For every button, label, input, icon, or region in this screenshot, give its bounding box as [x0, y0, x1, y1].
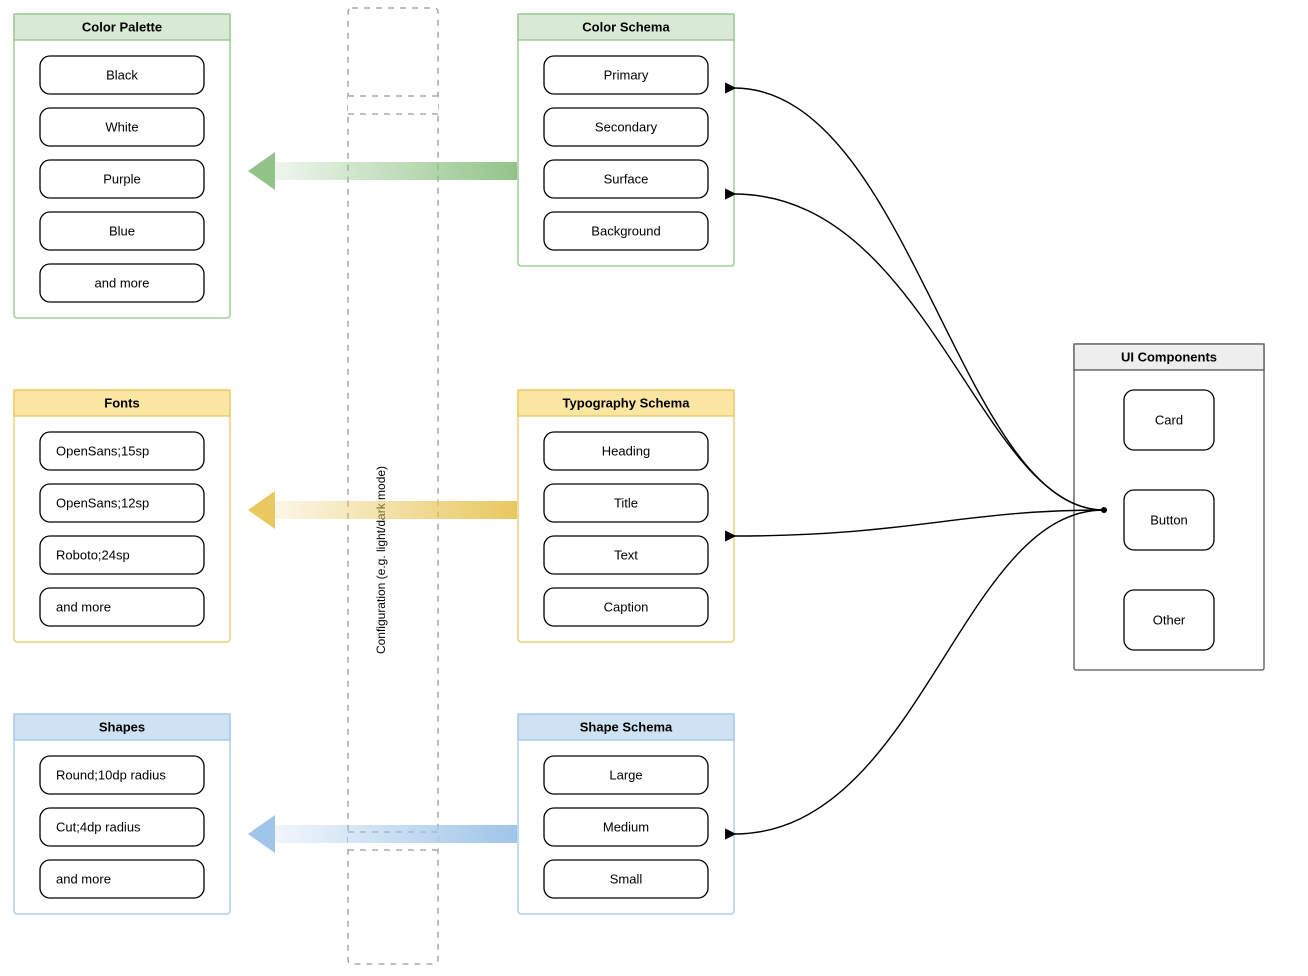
color-schema-panel-item-label: Background [591, 223, 660, 238]
ui-components-panel-title: UI Components [1121, 349, 1217, 364]
ui-components-panel-item-label: Button [1150, 512, 1188, 527]
typography-schema-panel-item: Caption [544, 588, 708, 626]
color-schema-panel-item: Primary [544, 56, 708, 94]
shapes-panel-title: Shapes [99, 719, 145, 734]
shape-schema-panel-item: Small [544, 860, 708, 898]
fonts-panel-title: Fonts [104, 395, 139, 410]
color-palette-panel-title: Color Palette [82, 19, 162, 34]
color-schema-panel-item: Surface [544, 160, 708, 198]
color-palette-panel-item-label: Purple [103, 171, 141, 186]
shape-schema-panel: Shape Schema Large Medium Small [518, 714, 734, 914]
color-schema-panel-item-label: Primary [604, 67, 649, 82]
typography-schema-panel-item-label: Text [614, 547, 638, 562]
typography-schema-panel-item: Text [544, 536, 708, 574]
typography-schema-panel-title: Typography Schema [563, 395, 691, 410]
shape-schema-panel-item-label: Medium [603, 819, 649, 834]
color-palette-panel-item: Purple [40, 160, 204, 198]
color-schema-panel-item: Secondary [544, 108, 708, 146]
conn-button-to-text [734, 510, 1104, 536]
typography-schema-panel: Typography Schema Heading Title Text Caption [518, 390, 734, 642]
color-palette-panel-item-label: Black [106, 67, 138, 82]
typography-schema-panel-item-label: Heading [602, 443, 650, 458]
color-schema-panel-title: Color Schema [582, 19, 670, 34]
shapes-panel-item: Cut;4dp radius [40, 808, 204, 846]
conn-button-to-surface [734, 194, 1104, 510]
shape-schema-panel-item: Large [544, 756, 708, 794]
fonts-panel-item-label: OpenSans;12sp [56, 495, 149, 510]
ui-components-panel-item-label: Card [1155, 412, 1183, 427]
configuration-box: Configuration (e.g. light/dark mode) [348, 8, 438, 964]
color-palette-panel-item-label: White [105, 119, 138, 134]
color-schema-panel-item: Background [544, 212, 708, 250]
typography-schema-panel-item-label: Caption [604, 599, 649, 614]
color-palette-panel-item: Black [40, 56, 204, 94]
color-palette-panel-item: and more [40, 264, 204, 302]
shape-schema-panel-title: Shape Schema [580, 719, 673, 734]
ui-components-panel-other: Other [1124, 590, 1214, 650]
shapes-panel-item-label: Cut;4dp radius [56, 819, 141, 834]
fonts-panel-item-label: OpenSans;15sp [56, 443, 149, 458]
fonts-panel-item: Roboto;24sp [40, 536, 204, 574]
shapes-panel-item: and more [40, 860, 204, 898]
ui-components-panel-button: Button [1124, 490, 1214, 550]
color-palette-panel-item-label: Blue [109, 223, 135, 238]
shape-schema-panel-item-label: Large [609, 767, 642, 782]
fonts-panel-item-label: Roboto;24sp [56, 547, 130, 562]
color-palette-panel-item-label: and more [95, 275, 150, 290]
shape-schema-panel-item-label: Small [610, 871, 643, 886]
shapes-panel-item-label: and more [56, 871, 111, 886]
typography-schema-panel-item: Heading [544, 432, 708, 470]
design-system-diagram: Configuration (e.g. light/dark mode) Col… [0, 0, 1308, 976]
conn-button-to-primary [734, 88, 1104, 510]
color-palette-panel-item: White [40, 108, 204, 146]
shapes-panel: Shapes Round;10dp radius Cut;4dp radius and… [14, 714, 230, 914]
color-schema-panel-item-label: Surface [604, 171, 649, 186]
typography-schema-panel-item: Title [544, 484, 708, 522]
ui-components-panel: UI Components Card Button Other [1074, 344, 1264, 670]
shape-schema-panel-item: Medium [544, 808, 708, 846]
fonts-panel-item: OpenSans;15sp [40, 432, 204, 470]
fonts-panel-item: OpenSans;12sp [40, 484, 204, 522]
fonts-panel-item-label: and more [56, 599, 111, 614]
arrow-colorschema-to-palette [248, 152, 517, 190]
color-palette-panel: Color Palette Black White Purple Blue and mor… [14, 14, 230, 318]
ui-components-panel-item-label: Other [1153, 612, 1186, 627]
fonts-panel-item: and more [40, 588, 204, 626]
ui-components-panel-card: Card [1124, 390, 1214, 450]
shapes-panel-item: Round;10dp radius [40, 756, 204, 794]
conn-button-to-medium [734, 510, 1104, 834]
shapes-panel-item-label: Round;10dp radius [56, 767, 166, 782]
typography-schema-panel-item-label: Title [614, 495, 638, 510]
fonts-panel: Fonts OpenSans;15sp OpenSans;12sp Roboto;24… [14, 390, 230, 642]
color-schema-panel: Color Schema Primary Secondary Surface Backg… [518, 14, 734, 266]
configuration-label: Configuration (e.g. light/dark mode) [374, 466, 388, 654]
color-schema-panel-item-label: Secondary [595, 119, 658, 134]
color-palette-panel-item: Blue [40, 212, 204, 250]
